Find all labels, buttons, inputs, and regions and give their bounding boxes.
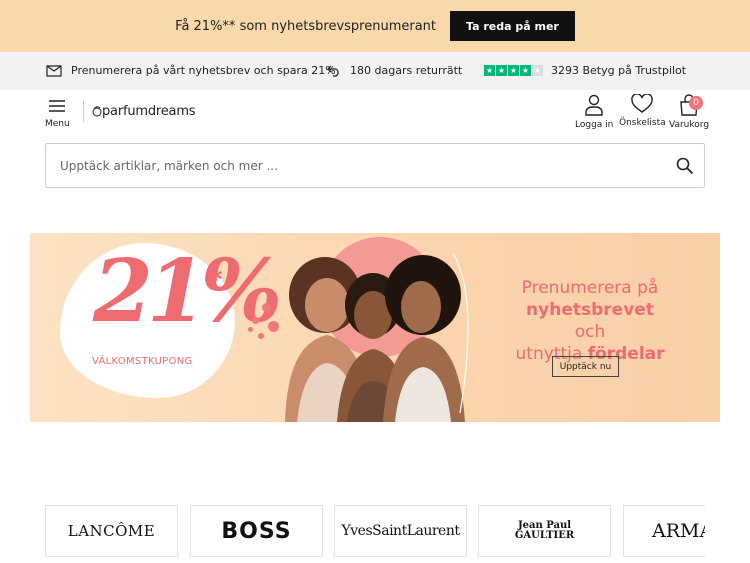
user-icon [585,94,603,116]
cart-count-badge: 0 [689,96,703,110]
coupon-label: VÄLKOMSTKUPONG [92,356,193,367]
return-info[interactable]: 180 dagars returrätt [327,64,462,77]
info-bar: Prenumerera på vårt nyhetsbrev och spara… [0,52,750,90]
star-icon: ★ [520,65,531,76]
trustpilot-text: 3293 Betyg på Trustpilot [551,64,687,77]
headline-bold: nyhetsbrevet [526,300,654,320]
newsletter-banner[interactable]: 21% * VÄLKOMSTKUPONG Prenumerera på nyhe… [30,233,720,422]
mail-icon [46,65,62,77]
promo-text: Få 21%** som nyhetsbrevsprenumerant [175,18,437,34]
brand-tile-armani[interactable]: ARMANI [623,505,705,557]
brand-logo: Jean Paul GAULTIER [514,520,575,541]
cart-label: Varukorg [669,120,710,130]
brand-logo: BOSS [221,518,292,544]
logo[interactable]: parfumdreams [83,100,196,122]
brand-logo: YvesSaintLaurent [341,523,460,539]
brand-logo: LANCÔME [67,522,156,540]
logo-text: parfumdreams [102,103,196,119]
newsletter-info[interactable]: Prenumerera på vårt nyhetsbrev och spara… [46,64,336,77]
brand-logo: ARMANI [652,520,705,542]
promo-bar: Få 21%** som nyhetsbrevsprenumerant Ta r… [0,0,750,52]
menu-label: Menu [45,119,70,129]
headline-line: och [574,322,606,342]
decor-dot [248,327,253,332]
login-label: Logga in [575,120,614,130]
brand-tile-lancome[interactable]: LANCÔME [45,505,178,557]
menu-button[interactable]: Menu [45,98,70,129]
newsletter-info-text: Prenumerera på vårt nyhetsbrev och spara… [71,64,336,77]
brand-tile-ysl[interactable]: YvesSaintLaurent [334,505,467,557]
cart-button[interactable]: 0 Varukorg [669,94,709,130]
discount-asterisk: * [209,265,223,295]
wishlist-button[interactable]: Önskelista [619,93,666,128]
logo-divider [83,100,84,122]
banner-headline: Prenumerera på nyhetsbrevet och utnyttja… [515,277,665,365]
search-icon[interactable] [676,157,694,175]
trustpilot-info[interactable]: ★ ★ ★ ★ ★ 3293 Betyg på Trustpilot [484,64,686,77]
logo-mark-icon [92,106,102,117]
star-icon: ★ [496,65,507,76]
promo-button[interactable]: Ta reda på mer [450,11,575,41]
star-icon: ★ [484,65,495,76]
return-info-text: 180 dagars returrätt [350,64,463,77]
trustpilot-stars: ★ ★ ★ ★ ★ [484,65,544,76]
search-input[interactable] [60,158,660,173]
headline-line: Prenumerera på [521,278,659,298]
brand-carousel: LANCÔME BOSS YvesSaintLaurent Jean Paul … [45,505,705,557]
login-button[interactable]: Logga in [575,94,613,130]
models-image [285,252,469,422]
header: Menu parfumdreams Logga in Önskelista 0 … [0,90,750,136]
heart-icon [631,93,654,113]
star-empty-icon: ★ [532,65,543,76]
search-bar [45,143,705,188]
star-icon: ★ [508,65,519,76]
brand-tile-jpg[interactable]: Jean Paul GAULTIER [478,505,611,557]
brand-tile-boss[interactable]: BOSS [190,505,323,557]
hamburger-icon [49,100,65,112]
discover-button[interactable]: Upptäck nu [552,356,619,377]
wishlist-label: Önskelista [619,118,666,128]
return-icon [327,65,339,77]
